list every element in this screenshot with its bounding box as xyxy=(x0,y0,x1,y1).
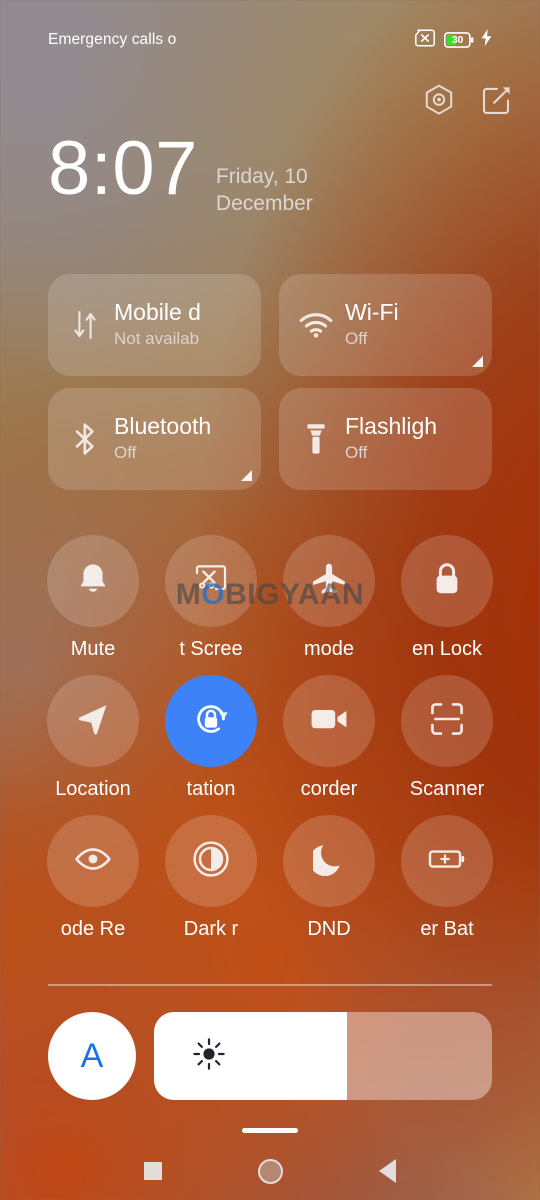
brightness-slider[interactable] xyxy=(154,1012,492,1100)
brightness-sun-icon xyxy=(192,1037,226,1076)
toggle-label: en Lock xyxy=(411,638,483,660)
toggle-airplane-mode[interactable]: mode xyxy=(270,535,388,661)
battery-level-label: 30 xyxy=(451,34,464,46)
panel-divider xyxy=(48,984,492,986)
tile-subtitle: Off xyxy=(114,443,137,463)
toggle-screen-recorder[interactable]: corder xyxy=(270,675,388,801)
back-triangle-icon[interactable] xyxy=(379,1159,396,1183)
toggle-label: mode xyxy=(303,638,355,660)
mobile-data-arrows-icon xyxy=(64,309,106,341)
tile-wifi[interactable]: Wi-Fi Off xyxy=(279,274,492,376)
flashlight-icon xyxy=(295,422,337,456)
tile-title: Flashligh xyxy=(345,412,438,439)
clock-date: Friday, 10 December xyxy=(215,165,313,215)
rotation-lock-icon xyxy=(190,698,232,745)
header-action-icons xyxy=(424,84,512,121)
tile-title: Mobile d xyxy=(114,298,201,325)
tile-flashlight[interactable]: Flashligh Off xyxy=(279,388,492,490)
tile-bluetooth[interactable]: Bluetooth Off xyxy=(48,388,261,490)
toggle-label: Mute xyxy=(70,638,116,660)
toggle-label: Dark r xyxy=(183,918,239,940)
video-camera-icon xyxy=(310,706,348,737)
auto-brightness-icon[interactable]: A xyxy=(48,1012,136,1100)
toggle-label: DND xyxy=(307,918,351,940)
cast-screen-off-icon xyxy=(194,564,228,599)
auto-brightness-label: A xyxy=(80,1037,104,1075)
tile-subtitle: Off xyxy=(345,443,368,463)
home-circle-icon[interactable] xyxy=(258,1158,283,1184)
tile-subtitle: Off xyxy=(345,329,368,349)
clock-block: 8:07 Friday, 10 December xyxy=(48,126,520,218)
battery-saver-icon xyxy=(428,847,466,876)
qr-scanner-icon xyxy=(430,702,464,741)
tile-title: Bluetooth xyxy=(114,412,212,439)
toggle-label: Location xyxy=(55,778,131,800)
lock-icon xyxy=(432,561,462,602)
clock-time: 8:07 xyxy=(48,126,198,211)
toggle-label: tation xyxy=(186,778,236,800)
toggle-label: t Scree xyxy=(179,638,243,660)
tile-expand-corner-indicator[interactable] xyxy=(241,470,252,481)
hexagon-settings-icon[interactable] xyxy=(424,84,454,121)
toggle-cast-screen[interactable]: t Scree xyxy=(152,535,270,661)
toggle-mute[interactable]: Mute xyxy=(34,535,152,661)
bluetooth-icon xyxy=(64,422,106,456)
panel-drag-handle[interactable] xyxy=(242,1128,298,1133)
toggle-dnd[interactable]: DND xyxy=(270,815,388,941)
toggle-rotation-lock[interactable]: tation xyxy=(152,675,270,801)
tile-mobile-data[interactable]: Mobile d Not availab xyxy=(48,274,261,376)
toggle-row-1: Mute t Scree mode en Lock xyxy=(34,535,506,661)
edit-square-icon[interactable] xyxy=(482,85,512,120)
toggle-battery-saver[interactable]: er Bat xyxy=(388,815,506,941)
status-bar: Emergency calls o 30 xyxy=(0,0,540,52)
toggle-reading-mode[interactable]: ode Re xyxy=(34,815,152,941)
location-arrow-icon xyxy=(76,702,110,741)
sim-card-disabled-icon xyxy=(413,28,437,52)
toggle-row-2: Location tation corder Scanner xyxy=(34,675,506,801)
contrast-circle-icon xyxy=(192,840,230,883)
moon-icon xyxy=(309,842,345,881)
toggle-scanner[interactable]: Scanner xyxy=(388,675,506,801)
tile-subtitle: Not availab xyxy=(114,329,200,349)
navigation-bar xyxy=(0,1142,540,1200)
status-icons: 30 xyxy=(413,28,492,52)
brightness-slider-fill xyxy=(154,1012,347,1100)
eye-icon xyxy=(74,846,112,877)
recents-square-icon[interactable] xyxy=(144,1162,162,1180)
toggle-label: Scanner xyxy=(409,778,485,800)
tile-title: Wi-Fi xyxy=(345,298,399,325)
secondary-toggles-grid: Mute t Scree mode en Lock Location tatio… xyxy=(34,535,506,955)
quick-settings-screen: Emergency calls o 30 8:07 Friday, 10 Dec… xyxy=(0,0,540,1200)
toggle-row-3: ode Re Dark r DND er Bat xyxy=(34,815,506,941)
toggle-screen-lock[interactable]: en Lock xyxy=(388,535,506,661)
wifi-icon xyxy=(295,312,337,338)
toggle-location[interactable]: Location xyxy=(34,675,152,801)
brightness-row: A xyxy=(48,1012,492,1100)
battery-icon: 30 xyxy=(444,32,474,48)
bell-icon xyxy=(77,561,109,602)
tile-expand-corner-indicator[interactable] xyxy=(472,356,483,367)
carrier-label: Emergency calls o xyxy=(48,31,177,48)
toggle-label: corder xyxy=(300,778,358,800)
toggle-label: er Bat xyxy=(420,918,474,940)
toggle-dark-mode[interactable]: Dark r xyxy=(152,815,270,941)
charging-bolt-icon xyxy=(481,29,492,51)
airplane-icon xyxy=(311,562,347,601)
toggle-label: ode Re xyxy=(60,918,126,940)
primary-tiles-grid: Mobile d Not availab Wi-Fi Off Bluetooth… xyxy=(48,274,492,490)
